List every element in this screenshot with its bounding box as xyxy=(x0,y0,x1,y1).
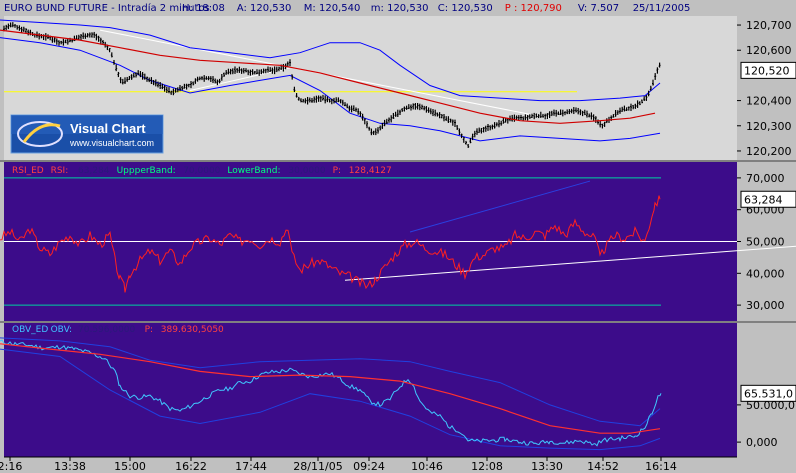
price-axis xyxy=(737,16,796,160)
x-tick-label-2: 15:00 xyxy=(114,460,146,473)
header-field-5: P : 120,790 xyxy=(505,3,562,14)
visual-chart-logo: Visual Chart www.visualchart.com xyxy=(10,114,164,154)
price-tick-label-0: 120,700 xyxy=(746,19,792,32)
logo-name: Visual Chart xyxy=(70,121,146,136)
obv-last-value-label: 65.531,0 xyxy=(744,387,793,400)
chart-window: EURO BUND FUTURE - Intradía 2 minutos H: … xyxy=(0,0,796,473)
x-tick-label-11: 16:14 xyxy=(645,460,677,473)
rsi-tick-label-3: 40,000 xyxy=(746,267,785,280)
x-tick-label-1: 13:38 xyxy=(54,460,86,473)
price-tick-label-3: 120,300 xyxy=(746,120,792,133)
rsi-legend-8: 128,4127 xyxy=(349,166,392,176)
x-tick-label-6: 09:24 xyxy=(353,460,385,473)
rsi-legend-2: 63,284 xyxy=(78,166,110,176)
rsi-legend-1: RSI: xyxy=(51,166,69,176)
rsi-legend-3: UppperBand: xyxy=(117,166,176,176)
rsi-legend-5: LowerBand: xyxy=(227,166,280,176)
header-field-6: V: 7.507 xyxy=(578,3,619,14)
rsi-legend-7: P: xyxy=(333,166,341,176)
x-tick-label-10: 14:52 xyxy=(587,460,619,473)
price-tick-label-4: 120,200 xyxy=(746,145,792,158)
header-field-2: M: 120,540 xyxy=(304,3,361,14)
obv-tick-label-1: 0,000 xyxy=(746,436,778,449)
header-field-1: A: 120,530 xyxy=(237,3,292,14)
x-tick-label-8: 12:08 xyxy=(471,460,503,473)
x-tick-label-0: 2:16 xyxy=(0,460,22,473)
rsi-legend-6: 30,0000 xyxy=(288,166,325,176)
rsi-legend-0: RSI_ED xyxy=(12,166,44,176)
header-field-3: m: 120,530 xyxy=(371,3,429,14)
x-tick-label-4: 17:44 xyxy=(235,460,267,473)
logo-url: www.visualchart.com xyxy=(69,138,154,148)
x-tick-label-3: 16:22 xyxy=(175,460,207,473)
header-field-0: H: 18:08 xyxy=(182,3,225,14)
rsi-last-value-label: 63,284 xyxy=(744,193,783,206)
rsi-tick-label-0: 70,000 xyxy=(746,172,785,185)
chart-title: EURO BUND FUTURE - Intradía 2 minutos xyxy=(4,2,210,14)
chart-header: EURO BUND FUTURE - Intradía 2 minutosH: … xyxy=(4,2,690,14)
chart-canvas: EURO BUND FUTURE - Intradía 2 minutosH: … xyxy=(0,0,796,473)
x-tick-label-5: 28/11/05 xyxy=(293,460,342,473)
price-tick-label-1: 120,600 xyxy=(746,44,792,57)
obv-legend-1: OBV: xyxy=(51,325,72,335)
rsi-tick-label-4: 30,000 xyxy=(746,299,785,312)
price-tick-label-2: 120,400 xyxy=(746,95,792,108)
obv-legend-2: 70.596,0000 xyxy=(78,325,136,335)
obv-legend-3: P: xyxy=(145,325,153,335)
header-field-7: 25/11/2005 xyxy=(633,3,691,14)
header-field-4: C: 120,530 xyxy=(438,3,493,14)
obv-legend-0: OBV_ED xyxy=(12,325,48,335)
obv-legend-4: 389.630,5050 xyxy=(161,325,224,335)
rsi-tick-label-2: 50,000 xyxy=(746,236,785,249)
x-tick-label-7: 10:46 xyxy=(411,460,443,473)
x-tick-label-9: 13:30 xyxy=(531,460,563,473)
price-last-value-label: 120,520 xyxy=(744,64,790,77)
rsi-legend-4: 70,0000 xyxy=(183,166,220,176)
